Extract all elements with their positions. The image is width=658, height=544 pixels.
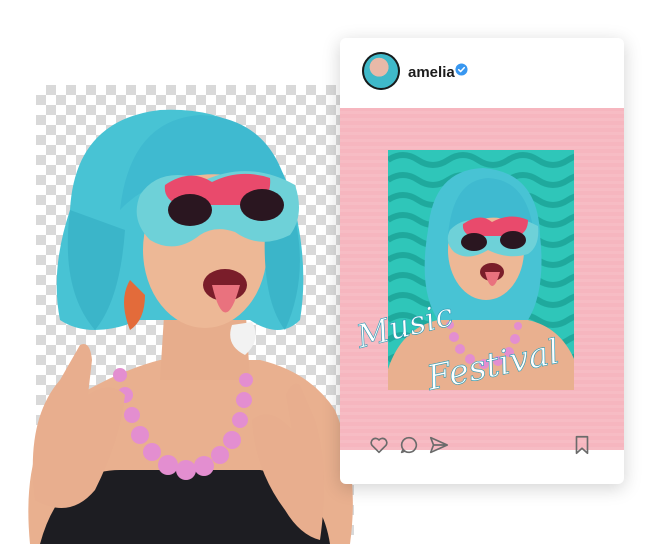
avatar[interactable] xyxy=(362,52,400,90)
send-icon[interactable] xyxy=(428,434,450,456)
comment-icon[interactable] xyxy=(398,434,420,456)
overlay-text-music: Music xyxy=(352,295,457,356)
bookmark-icon[interactable] xyxy=(572,434,592,456)
post-header: amelia xyxy=(340,38,624,108)
heart-icon[interactable] xyxy=(368,434,390,456)
username[interactable]: amelia xyxy=(408,64,455,81)
music-festival-overlay: Music Festival xyxy=(351,295,564,399)
verified-badge-icon xyxy=(455,63,468,76)
post-actions-bar xyxy=(340,428,624,468)
instagram-post-card: amelia Music Festival xyxy=(340,38,624,484)
overlay-text-festival: Festival xyxy=(423,332,564,399)
post-image: Music Festival xyxy=(340,108,624,450)
